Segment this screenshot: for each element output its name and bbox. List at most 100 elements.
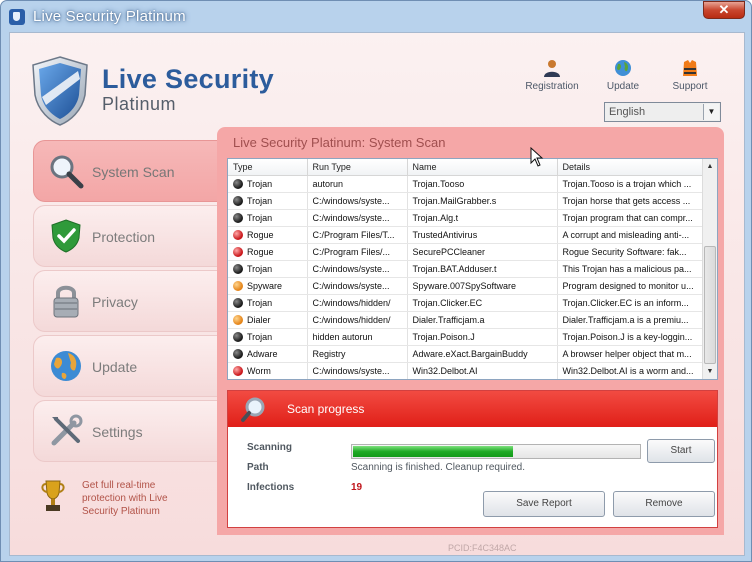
save-report-button[interactable]: Save Report [483,491,605,517]
remove-button[interactable]: Remove [613,491,715,517]
cell-type: Worm [228,362,308,379]
threat-severity-icon [233,348,243,359]
cell-run-type: C:/windows/hidden/ [307,311,408,329]
table-row[interactable]: Trojan C:/windows/hidden/Trojan.Clicker.E… [228,294,705,312]
cell-details: Trojan.Poison.J is a key-loggin... [557,328,705,346]
table-row[interactable]: Trojan autorun Trojan.Tooso Trojan.Tooso is… [228,175,705,193]
column-header-details[interactable]: Details [557,159,705,176]
trophy-icon [41,480,65,511]
nav-item-privacy[interactable]: Privacy [33,270,223,332]
cell-run-type: C:/windows/syste... [307,277,408,295]
cell-run-type-text: hidden autorun [312,331,373,342]
column-header-type[interactable]: Type [228,159,308,176]
client-area: Live Security Platinum Registration Upda… [9,32,745,556]
table-row[interactable]: Trojan C:/windows/syste... Trojan.BAT.Addu… [228,260,705,278]
threat-severity-icon [233,178,243,189]
nav-label-privacy: Privacy [92,294,138,310]
cell-type: Adware [228,345,308,363]
table-row[interactable]: Rogue C:/Program Files/... SecurePCCleaner… [228,243,705,261]
table-row[interactable]: Trojan C:/windows/syste... Trojan.MailGrab… [228,192,705,210]
cell-type: Spyware [228,277,308,295]
table-row[interactable]: Rogue C:/Program Files/T... TrustedAntivir… [228,226,705,244]
column-header-run-type[interactable]: Run Type [307,159,408,176]
scrollbar-thumb[interactable] [704,246,716,364]
app-window: Live Security Platinum ✕ Live Security P… [0,0,752,562]
cell-details: Trojan.Tooso is a trojan which ... [557,175,705,193]
nav-item-system-scan[interactable]: System Scan [33,140,223,202]
cell-details: Trojan.Clicker.EC is an inform... [557,294,705,312]
cell-run-type-text: C:/Program Files/T... [312,229,395,240]
cell-type: Trojan [228,294,308,312]
threat-severity-icon [233,365,243,376]
scroll-up-icon[interactable]: ▲ [703,159,717,174]
nav-item-update[interactable]: Update [33,335,223,397]
cell-details: A browser helper object that m... [557,345,705,363]
padlock-icon [53,285,79,318]
cell-name-text: Trojan.MailGrabber.s [412,195,497,206]
support-button[interactable]: Support [662,59,718,92]
nav-item-protection[interactable]: Protection [33,205,223,267]
language-select[interactable]: English ▼ [604,102,721,122]
cell-run-type: C:/windows/syste... [307,192,408,210]
cell-type-text: Trojan [247,178,273,189]
cell-details-text: A corrupt and misleading anti-... [562,229,690,240]
cell-name-text: Trojan.Clicker.EC [412,297,483,308]
update-label: Update [606,81,640,92]
table-row[interactable]: Trojan hidden autorun Trojan.Poison.J Troja… [228,328,705,346]
start-button[interactable]: Start [647,439,715,463]
cell-type-text: Trojan [247,263,273,274]
mouse-cursor-icon [530,147,544,167]
cell-run-type-text: C:/windows/syste... [312,365,390,376]
update-button[interactable]: Update [598,59,648,92]
close-button[interactable]: ✕ [703,1,745,19]
cell-name-text: Trojan.Poison.J [412,331,475,342]
cell-run-type-text: C:/windows/syste... [312,280,390,291]
cell-name: SecurePCCleaner [407,243,558,261]
cell-details: Program designed to monitor u... [557,277,705,295]
nav-label-update: Update [92,359,138,375]
cell-details: This Trojan has a malicious pa... [557,260,705,278]
cell-type: Trojan [228,209,308,227]
logo-title: Live Security [102,64,274,94]
table-row[interactable]: Trojan C:/windows/syste... Trojan.Alg.t Tro… [228,209,705,227]
cell-name: TrustedAntivirus [407,226,558,244]
language-value: English [609,106,646,118]
nav-item-settings[interactable]: Settings [33,400,223,462]
globe-icon [615,60,631,76]
cell-name: Trojan.Clicker.EC [407,294,558,312]
cell-details-text: Trojan program that can compr... [562,212,693,223]
cell-run-type-text: C:/Program Files/... [312,246,391,257]
scan-progress-fill [353,446,514,457]
promo-text[interactable]: Get full real-time protection with Live … [82,479,194,518]
cell-type: Trojan [228,175,308,193]
cell-name: Trojan.Alg.t [407,209,558,227]
table-row[interactable]: Adware Registry Adware.eXact.BargainBuddy A… [228,345,705,363]
cell-name: Adware.eXact.BargainBuddy [407,345,558,363]
chevron-down-icon[interactable]: ▼ [703,104,719,120]
table-row[interactable]: Dialer C:/windows/hidden/Dialer.Trafficja… [228,311,705,329]
shield-check-icon [51,219,81,253]
table-row[interactable]: Spyware C:/windows/syste... Spyware.007Spy… [228,277,705,295]
cell-type-text: Trojan [247,297,273,308]
threat-severity-icon [233,280,243,291]
cell-details-text: A browser helper object that m... [562,348,692,359]
cell-details: Rogue Security Software: fak... [557,243,705,261]
cell-run-type: C:/windows/syste... [307,209,408,227]
cell-type: Dialer [228,311,308,329]
cell-type-text: Trojan [247,195,273,206]
scroll-down-icon[interactable]: ▼ [703,364,717,379]
cell-details-text: Win32.Delbot.AI is a worm and... [562,365,694,376]
cell-name-text: Trojan.Alg.t [412,212,459,223]
table-scrollbar[interactable]: ▲ ▼ [702,159,717,379]
table-row[interactable]: Worm C:/windows/syste... Win32.Delbot.AI Wi… [228,362,705,379]
title-bar[interactable]: Live Security Platinum ✕ [1,1,751,33]
cell-type-text: Adware [247,348,278,359]
pcid-label: PCID:F4C348AC [448,543,517,553]
cell-run-type-text: C:/windows/syste... [312,263,390,274]
scan-progress-box: Scan progress Scanning Start Path Scanni… [227,390,718,528]
cell-type-text: Rogue [247,246,274,257]
registration-button[interactable]: Registration [517,59,587,92]
cell-run-type: C:/windows/syste... [307,362,408,379]
threats-table[interactable]: Type Run Type Name Details Trojan autorun… [227,158,718,380]
cell-details-text: Trojan.Clicker.EC is an inform... [562,297,689,308]
